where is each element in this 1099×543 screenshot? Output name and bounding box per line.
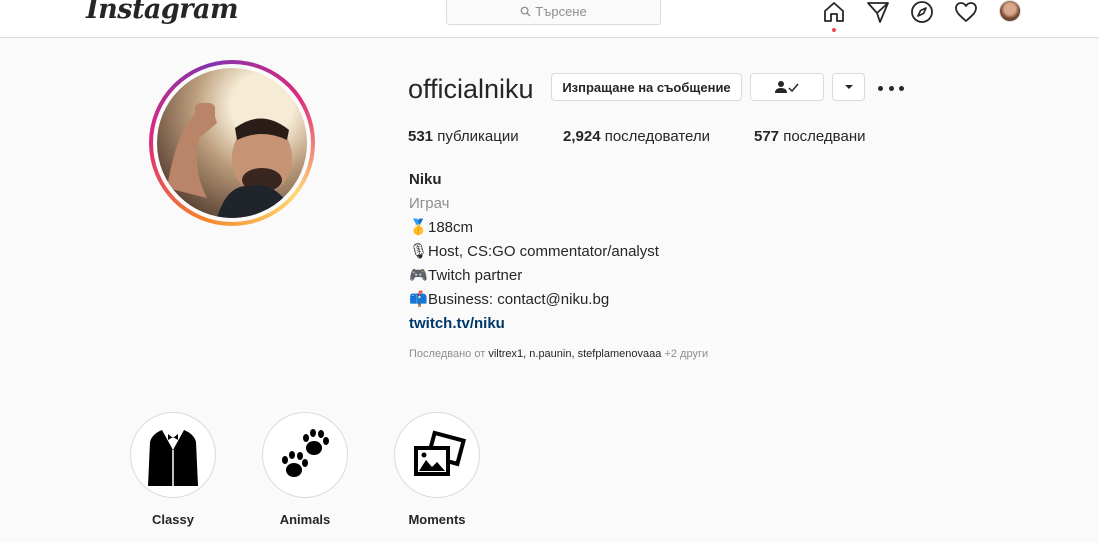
notification-dot — [832, 28, 836, 32]
medal-icon: 🥇 — [409, 219, 428, 236]
bio-line: 📫Business: contact@niku.bg — [409, 288, 659, 312]
send-message-button[interactable]: Изпращане на съобщение — [551, 73, 742, 101]
highlight-moments[interactable]: Moments — [394, 412, 480, 527]
profile-username: officialniku — [408, 74, 534, 104]
highlight-label: Classy — [152, 512, 194, 527]
bio-line: 🎮Twitch partner — [409, 264, 659, 288]
paw-prints-icon — [282, 429, 329, 477]
instagram-logo[interactable]: Instagram — [86, 0, 239, 25]
search-icon — [520, 6, 531, 17]
profile-avatar-story-ring[interactable] — [149, 60, 315, 226]
highlight-label: Animals — [279, 512, 331, 527]
profile-bio: Niku Играч 🥇188cm 🎙Host, CS:GO commentat… — [409, 168, 659, 336]
suggested-accounts-dropdown[interactable] — [832, 73, 865, 101]
direct-icon[interactable] — [865, 0, 891, 25]
top-navigation: Instagram Търсене — [0, 0, 1099, 38]
highlight-classy[interactable]: Classy — [130, 412, 216, 527]
following-button[interactable] — [750, 73, 824, 101]
followed-by-text[interactable]: Последвано от viltrex1, n.paunin, stefpl… — [409, 348, 708, 360]
followers-count[interactable]: 2,924 последователи — [563, 128, 710, 145]
mailbox-icon: 📫 — [409, 291, 428, 308]
posts-count: 531 публикации — [408, 128, 519, 145]
game-controller-icon: 🎮 — [409, 267, 428, 284]
microphone-icon: 🎙 — [409, 243, 429, 260]
profile-full-name: Niku — [409, 171, 442, 188]
profile-photo-illustration — [167, 103, 297, 218]
photos-icon — [414, 430, 467, 476]
chevron-down-icon — [844, 85, 853, 89]
bio-line: 🎙Host, CS:GO commentator/analyst — [409, 240, 659, 264]
search-input[interactable]: Търсене — [446, 0, 661, 25]
explore-icon[interactable] — [909, 0, 935, 25]
more-options-icon[interactable] — [878, 78, 904, 98]
search-placeholder: Търсене — [535, 4, 587, 19]
activity-heart-icon[interactable] — [953, 0, 979, 25]
highlight-label: Moments — [408, 512, 466, 527]
tuxedo-icon — [148, 430, 198, 486]
profile-photo — [157, 68, 307, 218]
profile-avatar-nav[interactable] — [999, 0, 1021, 22]
home-icon[interactable] — [821, 0, 847, 25]
profile-website-link[interactable]: twitch.tv/niku — [409, 312, 659, 336]
highlight-animals[interactable]: Animals — [262, 412, 348, 527]
user-check-icon — [775, 81, 799, 93]
profile-category: Играч — [409, 195, 450, 212]
following-count[interactable]: 577 последвани — [754, 128, 866, 145]
bio-line: 🥇188cm — [409, 216, 659, 240]
